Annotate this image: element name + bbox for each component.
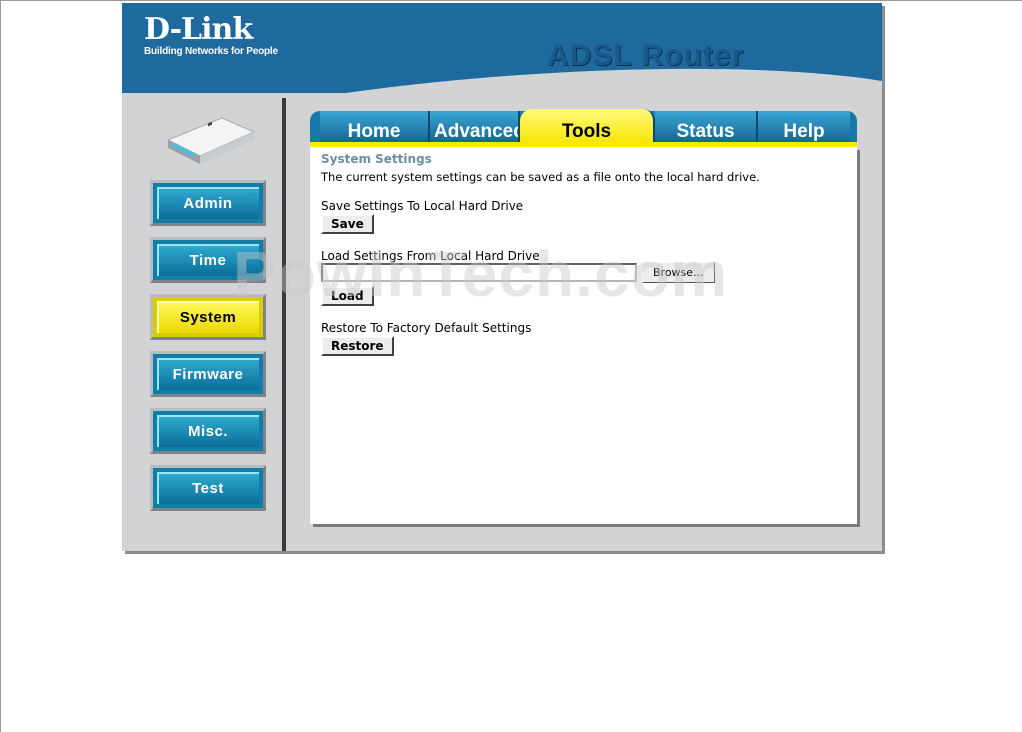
sidebar-item-label: Firmware — [172, 365, 244, 383]
brand-tagline: Building Networks for People — [144, 46, 278, 57]
router-frame: D-Link Building Networks for People ADSL… — [122, 3, 882, 551]
sidebar-divider — [282, 98, 286, 551]
sidebar-item-misc[interactable]: Misc. — [150, 408, 266, 454]
restore-settings-label: Restore To Factory Default Settings — [321, 321, 532, 335]
sidebar-item-label: System — [179, 308, 237, 326]
browse-button[interactable]: Browse... — [642, 262, 715, 283]
dlink-logo: D-Link Building Networks for People — [144, 12, 278, 58]
sidebar-item-label: Admin — [183, 194, 233, 212]
tab-label: Advanced — [434, 121, 520, 142]
restore-button[interactable]: Restore — [321, 336, 394, 356]
brand-name: D-Link — [144, 12, 253, 47]
product-title: ADSL Router — [547, 39, 745, 72]
sidebar-item-time[interactable]: Time — [150, 237, 266, 283]
tab-label: Help — [783, 121, 825, 142]
header-banner: D-Link Building Networks for People ADSL… — [122, 3, 882, 93]
load-button[interactable]: Load — [321, 286, 374, 306]
router-device-icon — [166, 117, 256, 164]
save-settings-label: Save Settings To Local Hard Drive — [321, 199, 524, 213]
sidebar-item-label: Time — [189, 251, 227, 269]
tab-label: Home — [347, 121, 401, 142]
file-path-input[interactable] — [321, 263, 637, 282]
sidebar-item-label: Misc. — [187, 422, 228, 440]
tab-home[interactable]: Home — [320, 111, 430, 145]
load-settings-label: Load Settings From Local Hard Drive — [321, 249, 540, 263]
sidebar-item-admin[interactable]: Admin — [150, 180, 266, 226]
sidebar-item-test[interactable]: Test — [150, 465, 266, 511]
tab-label: Status — [676, 121, 735, 142]
sidebar-item-firmware[interactable]: Firmware — [150, 351, 266, 397]
tab-status[interactable]: Status — [655, 111, 758, 145]
tab-tools[interactable]: Tools — [520, 109, 655, 145]
sidebar-item-system[interactable]: System — [150, 294, 266, 340]
section-title: System Settings — [321, 152, 432, 166]
tab-label: Tools — [561, 121, 612, 142]
save-button[interactable]: Save — [321, 214, 374, 234]
sidebar-item-label: Test — [192, 479, 224, 497]
tab-advanced[interactable]: Advanced — [430, 111, 520, 145]
section-description: The current system settings can be saved… — [321, 170, 760, 184]
main-content: System Settings The current system setti… — [310, 147, 857, 524]
tab-help[interactable]: Help — [758, 111, 850, 145]
sidebar: Admin Time System Firmware Misc. Test — [122, 98, 285, 551]
